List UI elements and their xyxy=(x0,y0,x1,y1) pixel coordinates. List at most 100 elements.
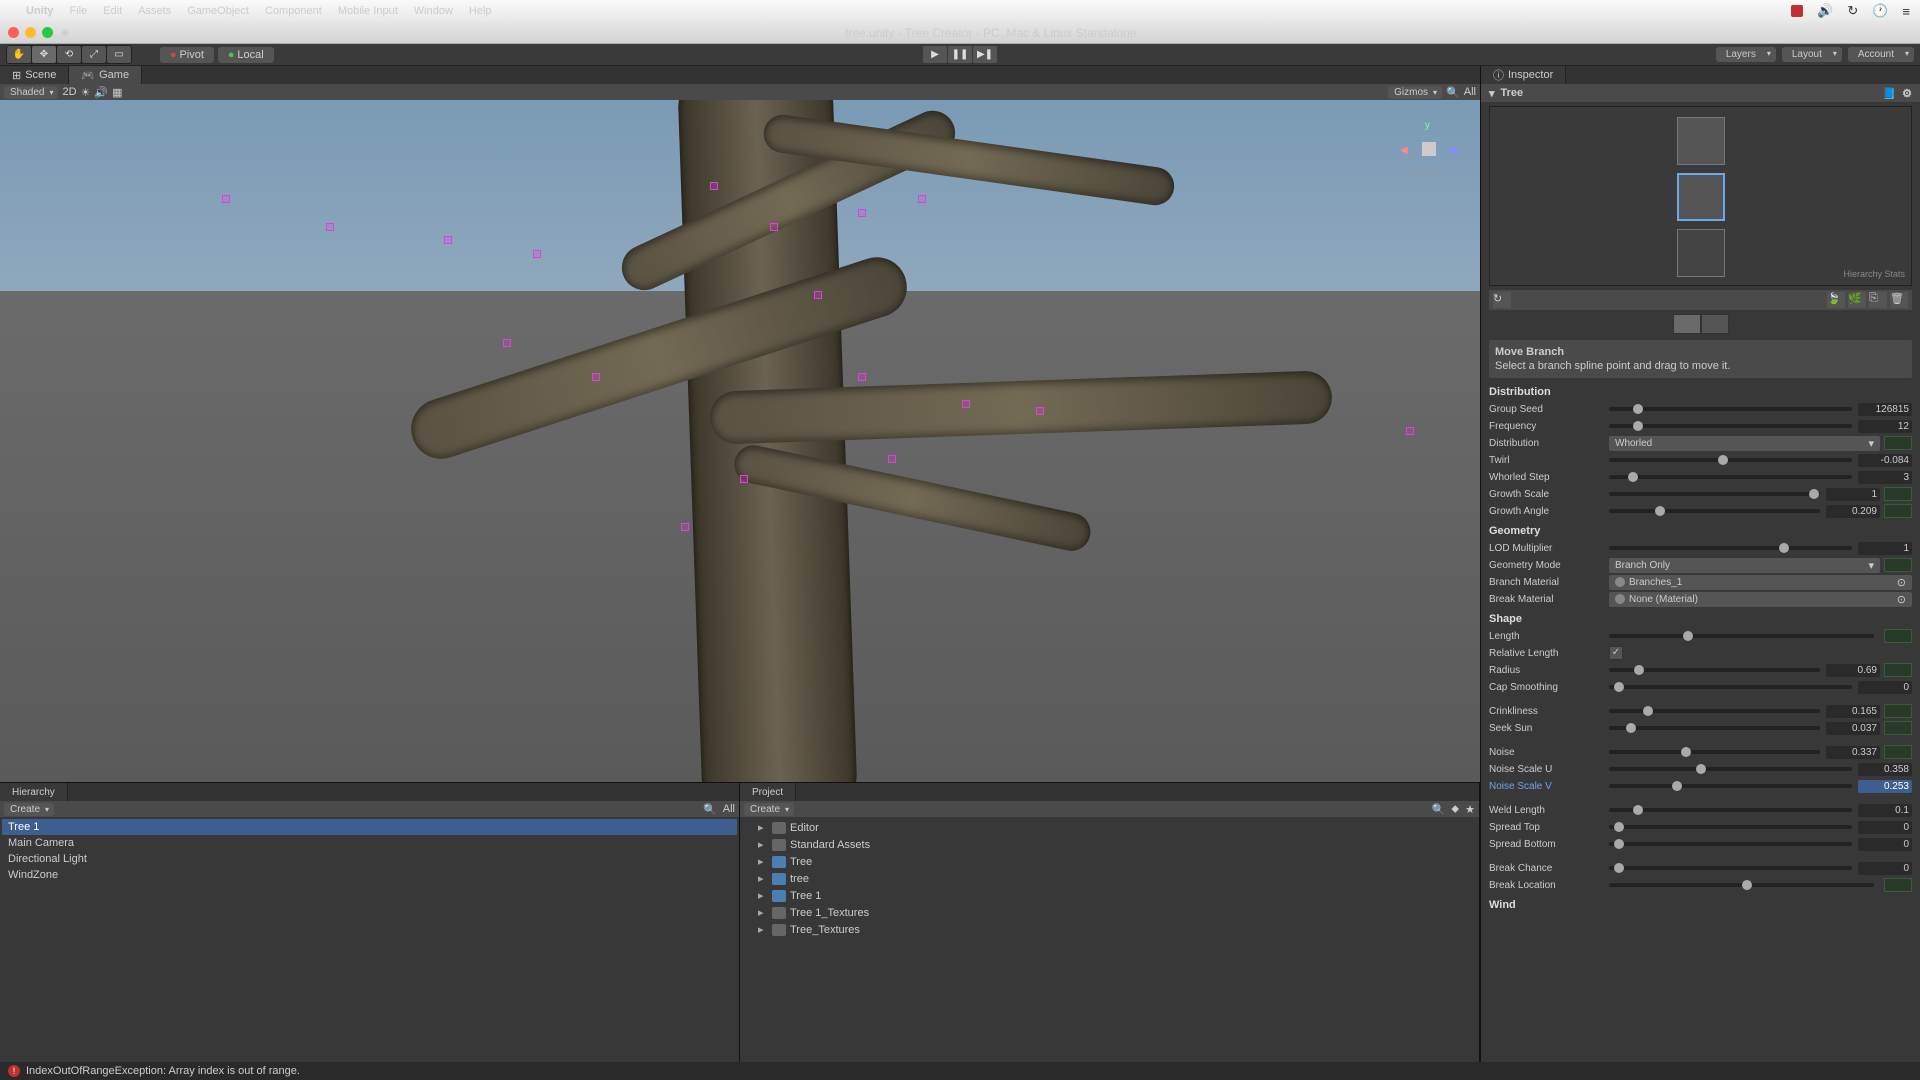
prop-noise-scale-u[interactable]: Noise Scale U 0.358 xyxy=(1489,761,1912,777)
project-filter-icon[interactable]: ⬥ xyxy=(1451,803,1459,816)
tree-hierarchy-view[interactable]: Hierarchy Stats xyxy=(1489,106,1912,286)
delete-node-button[interactable]: 🗑 xyxy=(1890,292,1908,308)
menu-component[interactable]: Component xyxy=(265,5,322,17)
rotate-tool[interactable]: ⟲ xyxy=(57,46,81,63)
scene-search-icon[interactable]: 🔍 xyxy=(1446,86,1460,99)
scene-view[interactable]: y ◀ z▶ Persp xyxy=(0,100,1480,782)
sync-icon[interactable]: ↻ xyxy=(1847,3,1858,19)
status-bar[interactable]: ! IndexOutOfRangeException: Array index … xyxy=(0,1062,1920,1080)
audio-toggle[interactable]: 🔊 xyxy=(94,86,108,99)
project-item[interactable]: ▸Tree 1_Textures xyxy=(742,904,1477,921)
menu-assets[interactable]: Assets xyxy=(138,5,171,17)
project-item[interactable]: ▸Editor xyxy=(742,819,1477,836)
hierarchy-create-dropdown[interactable]: Create xyxy=(4,803,54,816)
project-create-dropdown[interactable]: Create xyxy=(744,803,794,816)
gizmos-dropdown[interactable]: Gizmos xyxy=(1388,86,1442,99)
project-list[interactable]: ▸Editor▸Standard Assets▸Tree▸tree▸Tree 1… xyxy=(740,817,1479,1062)
tree-node-branch-group-2[interactable] xyxy=(1677,117,1725,165)
prop-distribution[interactable]: DistributionWhorled ▾ xyxy=(1489,435,1912,451)
add-leaf-button[interactable]: 🍃 xyxy=(1827,292,1845,308)
project-item[interactable]: ▸Tree xyxy=(742,853,1477,870)
menu-file[interactable]: File xyxy=(70,5,88,17)
volume-icon[interactable]: 🔊 xyxy=(1817,3,1833,19)
local-toggle[interactable]: ● Local xyxy=(218,47,274,63)
project-save-icon[interactable]: ★ xyxy=(1465,803,1475,816)
minimize-window-button[interactable] xyxy=(25,27,36,38)
pivot-toggle[interactable]: ● Pivot xyxy=(160,47,214,63)
2d-toggle[interactable]: 2D xyxy=(62,86,76,98)
component-docs-icon[interactable]: 📘 xyxy=(1882,87,1896,100)
menu-unity[interactable]: Unity xyxy=(26,5,54,17)
tab-game[interactable]: 🎮Game xyxy=(69,66,142,84)
prop-break-location[interactable]: Break Location xyxy=(1489,877,1912,893)
tab-inspector[interactable]: ⓘInspector xyxy=(1481,66,1566,84)
scene-search-filter[interactable]: All xyxy=(1464,86,1476,98)
prop-growth-angle[interactable]: Growth Angle 0.209 xyxy=(1489,503,1912,519)
hand-tool[interactable]: ✋ xyxy=(7,46,31,63)
rotate-branch-mode[interactable] xyxy=(1701,314,1729,334)
move-tool[interactable]: ✥ xyxy=(32,46,56,63)
scale-tool[interactable]: ⤢ xyxy=(82,46,106,63)
duplicate-node-button[interactable]: ⎘ xyxy=(1869,292,1887,308)
component-menu-icon[interactable]: ⚙ xyxy=(1902,87,1912,100)
prop-group-seed[interactable]: Group Seed 126815 xyxy=(1489,401,1912,417)
hierarchy-list[interactable]: Tree 1 Main Camera Directional Light Win… xyxy=(0,817,739,1062)
pause-button[interactable]: ❚❚ xyxy=(948,46,972,63)
tree-node-root[interactable] xyxy=(1677,229,1725,277)
menu-window[interactable]: Window xyxy=(414,5,453,17)
prop-spread-top[interactable]: Spread Top 0 xyxy=(1489,819,1912,835)
hierarchy-search-filter[interactable]: All xyxy=(723,803,735,815)
refresh-tree-button[interactable]: ↻ xyxy=(1493,292,1511,308)
add-branch-button[interactable]: 🌿 xyxy=(1848,292,1866,308)
prop-lod-multiplier[interactable]: LOD Multiplier 1 xyxy=(1489,540,1912,556)
hierarchy-item-directional-light[interactable]: Directional Light xyxy=(2,851,737,867)
hierarchy-item-windzone[interactable]: WindZone xyxy=(2,867,737,883)
prop-frequency[interactable]: Frequency 12 xyxy=(1489,418,1912,434)
prop-break-chance[interactable]: Break Chance 0 xyxy=(1489,860,1912,876)
prop-relative-length[interactable]: Relative Length xyxy=(1489,645,1912,661)
rect-tool[interactable]: ▭ xyxy=(107,46,131,63)
prop-twirl[interactable]: Twirl -0.084 xyxy=(1489,452,1912,468)
menu-mobile-input[interactable]: Mobile Input xyxy=(338,5,398,17)
menu-edit[interactable]: Edit xyxy=(103,5,122,17)
prop-crinkliness[interactable]: Crinkliness 0.165 xyxy=(1489,703,1912,719)
layout-dropdown[interactable]: Layout xyxy=(1782,47,1842,62)
step-button[interactable]: ▶❚ xyxy=(973,46,997,63)
project-search-icon[interactable]: 🔍 xyxy=(1432,803,1446,816)
prop-whorled-step[interactable]: Whorled Step 3 xyxy=(1489,469,1912,485)
hierarchy-search-icon[interactable]: 🔍 xyxy=(703,803,717,816)
hierarchy-item-main-camera[interactable]: Main Camera xyxy=(2,835,737,851)
menu-help[interactable]: Help xyxy=(469,5,492,17)
layers-dropdown[interactable]: Layers xyxy=(1716,47,1776,62)
foldout-icon[interactable]: ▾ xyxy=(1489,87,1495,100)
prop-noise[interactable]: Noise 0.337 xyxy=(1489,744,1912,760)
prop-cap-smoothing[interactable]: Cap Smoothing 0 xyxy=(1489,679,1912,695)
project-item[interactable]: ▸tree xyxy=(742,870,1477,887)
prop-branch-material[interactable]: Branch MaterialBranches_1⊙ xyxy=(1489,574,1912,590)
account-dropdown[interactable]: Account xyxy=(1848,47,1914,62)
maximize-window-button[interactable] xyxy=(42,27,53,38)
tab-hierarchy[interactable]: Hierarchy xyxy=(0,783,68,801)
close-window-button[interactable] xyxy=(8,27,19,38)
play-button[interactable]: ▶ xyxy=(923,46,947,63)
prop-spread-bottom[interactable]: Spread Bottom 0 xyxy=(1489,836,1912,852)
clock-icon[interactable]: 🕐 xyxy=(1872,3,1888,19)
menu-gameobject[interactable]: GameObject xyxy=(187,5,249,17)
inspector-object-header[interactable]: ▾ Tree 📘 ⚙ xyxy=(1481,84,1920,102)
shading-mode-dropdown[interactable]: Shaded xyxy=(4,86,58,99)
prop-geometry-mode[interactable]: Geometry ModeBranch Only ▾ xyxy=(1489,557,1912,573)
prop-radius[interactable]: Radius 0.69 xyxy=(1489,662,1912,678)
lighting-toggle[interactable]: ☀ xyxy=(81,86,91,99)
prop-seek-sun[interactable]: Seek Sun 0.037 xyxy=(1489,720,1912,736)
project-item[interactable]: ▸Tree_Textures xyxy=(742,921,1477,938)
prop-noise-scale-v[interactable]: Noise Scale V 0.253 xyxy=(1489,778,1912,794)
move-branch-mode[interactable] xyxy=(1673,314,1701,334)
hierarchy-item-tree1[interactable]: Tree 1 xyxy=(2,819,737,835)
prop-growth-scale[interactable]: Growth Scale 1 xyxy=(1489,486,1912,502)
prop-weld-length[interactable]: Weld Length 0.1 xyxy=(1489,802,1912,818)
prop-length[interactable]: Length xyxy=(1489,628,1912,644)
tab-scene[interactable]: ⊞Scene xyxy=(0,66,69,84)
project-item[interactable]: ▸Tree 1 xyxy=(742,887,1477,904)
orientation-gizmo[interactable]: y ◀ z▶ Persp xyxy=(1400,120,1460,180)
tab-project[interactable]: Project xyxy=(740,783,796,801)
